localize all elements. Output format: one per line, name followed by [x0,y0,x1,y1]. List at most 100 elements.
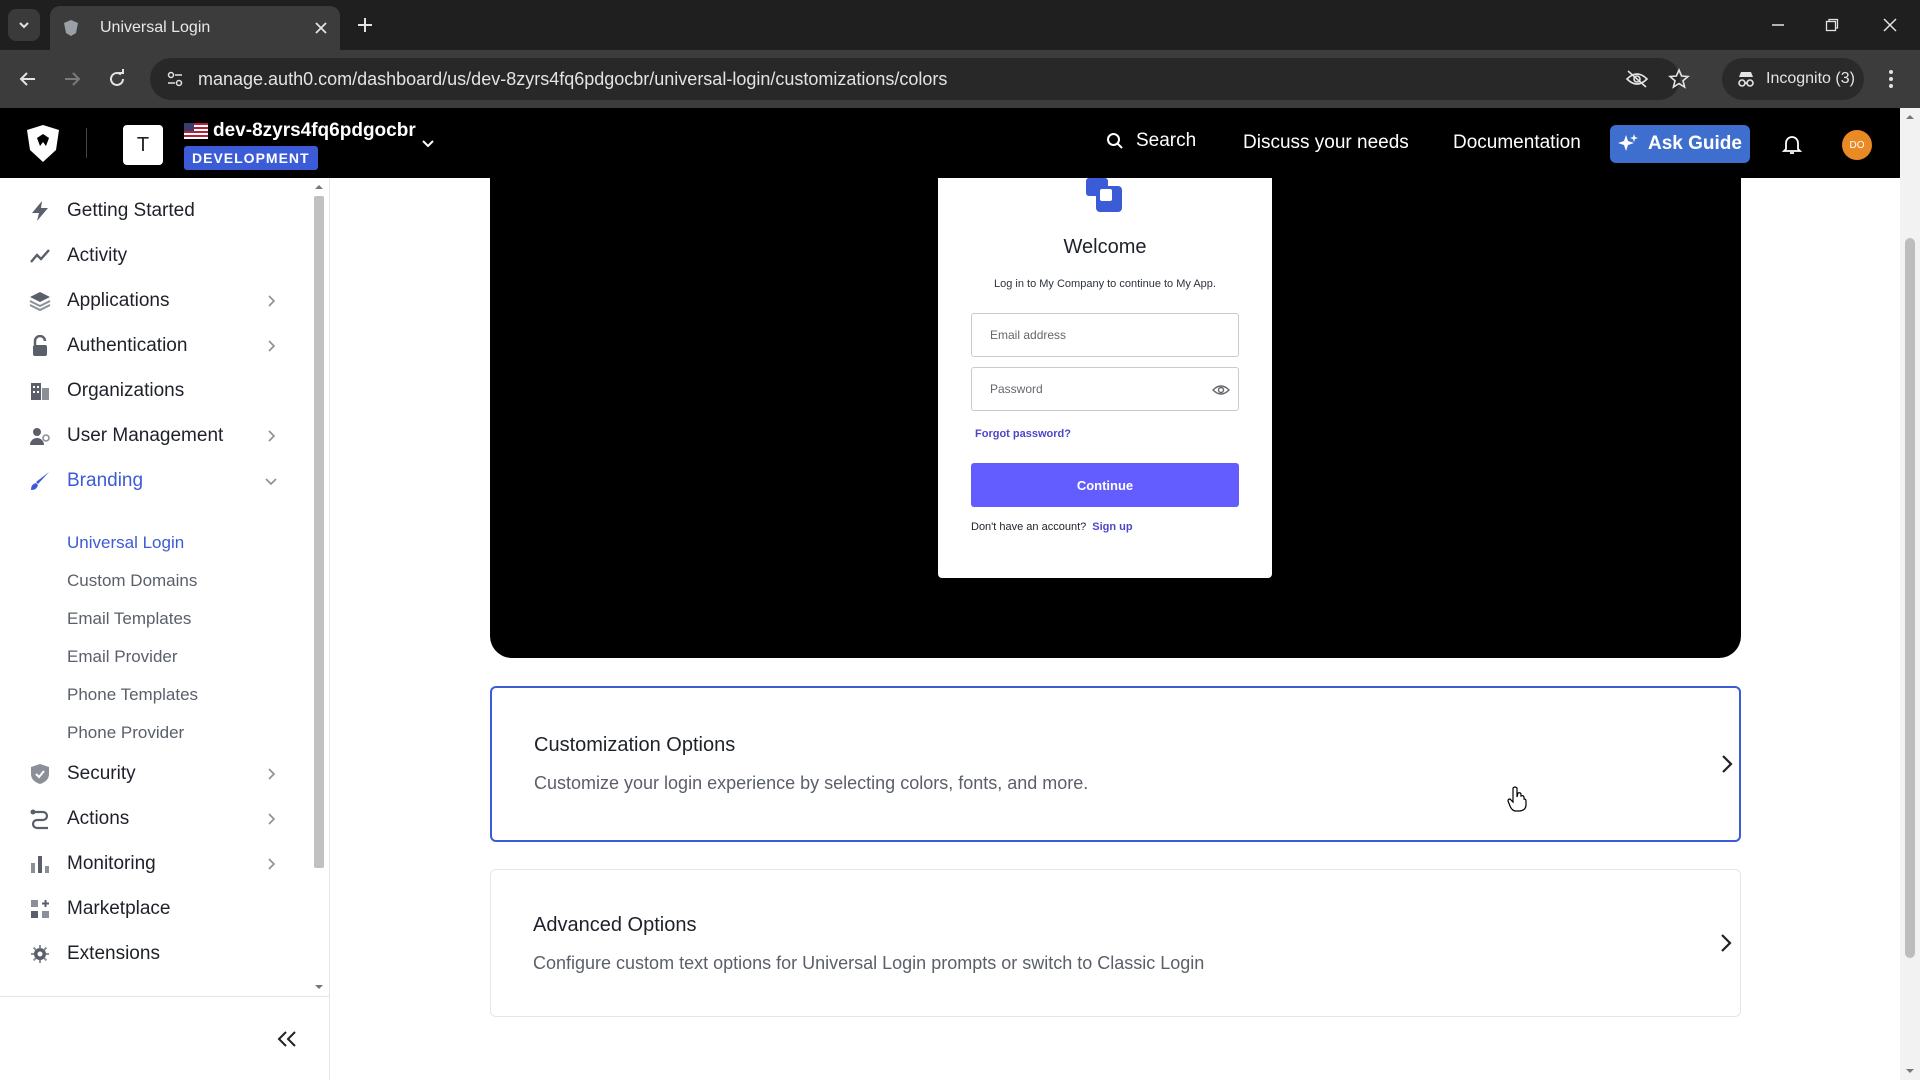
browser-menu-button[interactable] [1878,66,1904,92]
sidebar-item-organizations[interactable]: Organizations [0,371,300,411]
sidebar-item-label: User Management [67,425,224,446]
sidebar-item-user-management[interactable]: User Management [0,416,300,456]
bar-chart-icon [28,852,52,876]
incognito-label: Incognito (3) [1766,70,1855,87]
password-field[interactable]: Password [971,367,1239,411]
new-tab-button[interactable] [352,12,378,38]
collapse-sidebar-icon[interactable] [274,1026,300,1052]
forward-button[interactable] [56,63,88,95]
sidebar-item-authentication[interactable]: Authentication [0,326,300,366]
ask-guide-label: Ask Guide [1648,133,1742,154]
gear-extension-icon [28,942,52,966]
sidebar-item-marketplace[interactable]: Marketplace [0,889,300,929]
continue-button[interactable]: Continue [971,463,1239,507]
building-icon [28,379,52,403]
no-account-text: Don't have an account? [971,521,1087,533]
sidebar-subitem-phone-provider[interactable]: Phone Provider [67,723,184,743]
tab-title: Universal Login [100,19,211,36]
email-field[interactable]: Email address [971,313,1239,357]
signup-link[interactable]: Sign up [1092,521,1132,533]
lock-icon [28,334,52,358]
option-title: Advanced Options [533,914,697,936]
sidebar-subitem-custom-domains[interactable]: Custom Domains [67,571,197,591]
chevron-right-icon [268,813,276,825]
forgot-password-link[interactable]: Forgot password? [975,428,1071,440]
incognito-icon [1738,72,1754,87]
tenant-name[interactable]: dev-8zyrs4fq6pdgocbr [213,120,416,142]
users-icon [28,424,52,448]
bookmark-star-icon[interactable] [1664,66,1694,92]
page-scrollbar[interactable] [1900,108,1920,1080]
eye-icon[interactable] [1212,383,1230,397]
app-header: T dev-8zyrs4fq6pdgocbr DEVELOPMENT Searc… [0,108,1900,178]
marketplace-plus-icon [28,897,52,921]
scroll-up-arrow-icon[interactable] [314,182,324,192]
auth0-logo-icon[interactable] [24,124,62,164]
hand-pointer-cursor-icon [1507,786,1527,812]
header-divider [86,128,87,158]
page-scrollbar-thumb[interactable] [1905,238,1915,958]
option-description: Customize your login experience by selec… [534,773,1089,793]
sidebar-item-activity[interactable]: Activity [0,236,300,276]
sidebar-item-label: Activity [67,245,128,266]
tab-search-dropdown[interactable] [8,9,40,41]
option-title: Customization Options [534,734,736,756]
sidebar-item-actions[interactable]: Actions [0,799,300,839]
browser-toolbar: manage.auth0.com/dashboard/us/dev-8zyrs4… [0,50,1920,108]
address-bar[interactable]: manage.auth0.com/dashboard/us/dev-8zyrs4… [150,58,1690,100]
advanced-options-card[interactable]: Advanced Options Configure custom text o… [490,869,1741,1017]
sidebar-item-label: Getting Started [67,200,195,221]
sidebar-subitem-email-provider[interactable]: Email Provider [67,647,178,667]
chevron-down-icon [265,478,277,486]
sidebar-subitem-universal-login[interactable]: Universal Login [67,533,184,553]
tracking-protection-icon[interactable] [1622,66,1652,92]
search-label: Search [1136,130,1197,151]
sidebar-item-applications[interactable]: Applications [0,281,300,321]
sidebar-item-security[interactable]: Security [0,754,300,794]
signup-row: Don't have an account? Sign up [971,521,1133,533]
minimize-window-button[interactable] [1756,10,1800,40]
sidebar-item-monitoring[interactable]: Monitoring [0,844,300,884]
chevron-right-icon [268,295,276,307]
sidebar-scrollbar-thumb[interactable] [314,196,324,868]
tenant-switcher-chevron-icon[interactable] [418,134,438,154]
browser-tab-active[interactable]: Universal Login [50,6,340,50]
sidebar-item-label: Applications [67,290,170,311]
user-avatar[interactable]: DO [1842,130,1872,160]
site-info-icon[interactable] [164,68,186,90]
sidebar-item-getting-started[interactable]: Getting Started [0,191,300,231]
sidebar-subitem-email-templates[interactable]: Email Templates [67,609,191,629]
login-subtitle: Log in to My Company to continue to My A… [994,278,1216,290]
customization-options-card[interactable]: Customization Options Customize your log… [490,686,1741,842]
tenant-avatar[interactable]: T [123,125,163,165]
company-logo-icon [1086,178,1122,212]
chevron-right-icon [268,858,276,870]
reload-button[interactable] [101,63,133,95]
sidebar-item-branding[interactable]: Branding [0,461,300,501]
sidebar-item-extensions[interactable]: Extensions [0,934,300,974]
scroll-down-arrow-icon[interactable] [314,982,324,992]
arrow-left-icon [19,72,35,86]
close-icon [1883,18,1897,32]
discuss-needs-link[interactable]: Discuss your needs [1243,132,1409,154]
scroll-up-arrow-icon[interactable] [1905,112,1915,122]
close-window-button[interactable] [1868,10,1912,40]
sidebar-subitem-phone-templates[interactable]: Phone Templates [67,685,198,705]
bell-icon[interactable] [1780,132,1804,156]
environment-badge: DEVELOPMENT [184,146,318,170]
documentation-link[interactable]: Documentation [1453,132,1581,154]
close-tab-icon[interactable] [314,21,328,35]
sidebar-scrollbar[interactable] [312,182,326,989]
incognito-indicator[interactable]: Incognito (3) [1722,58,1864,100]
chevron-right-icon [1722,755,1733,773]
sidebar-item-label: Branding [67,470,144,491]
restore-window-button[interactable] [1810,10,1854,40]
layers-icon [28,289,52,313]
header-search-button[interactable]: Search [1106,130,1196,152]
restore-icon [1825,18,1839,32]
chevron-right-icon [268,340,276,352]
scroll-down-arrow-icon[interactable] [1905,1066,1915,1076]
back-button[interactable] [12,63,44,95]
reload-icon [110,69,124,86]
ask-guide-button[interactable]: Ask Guide [1610,125,1750,163]
